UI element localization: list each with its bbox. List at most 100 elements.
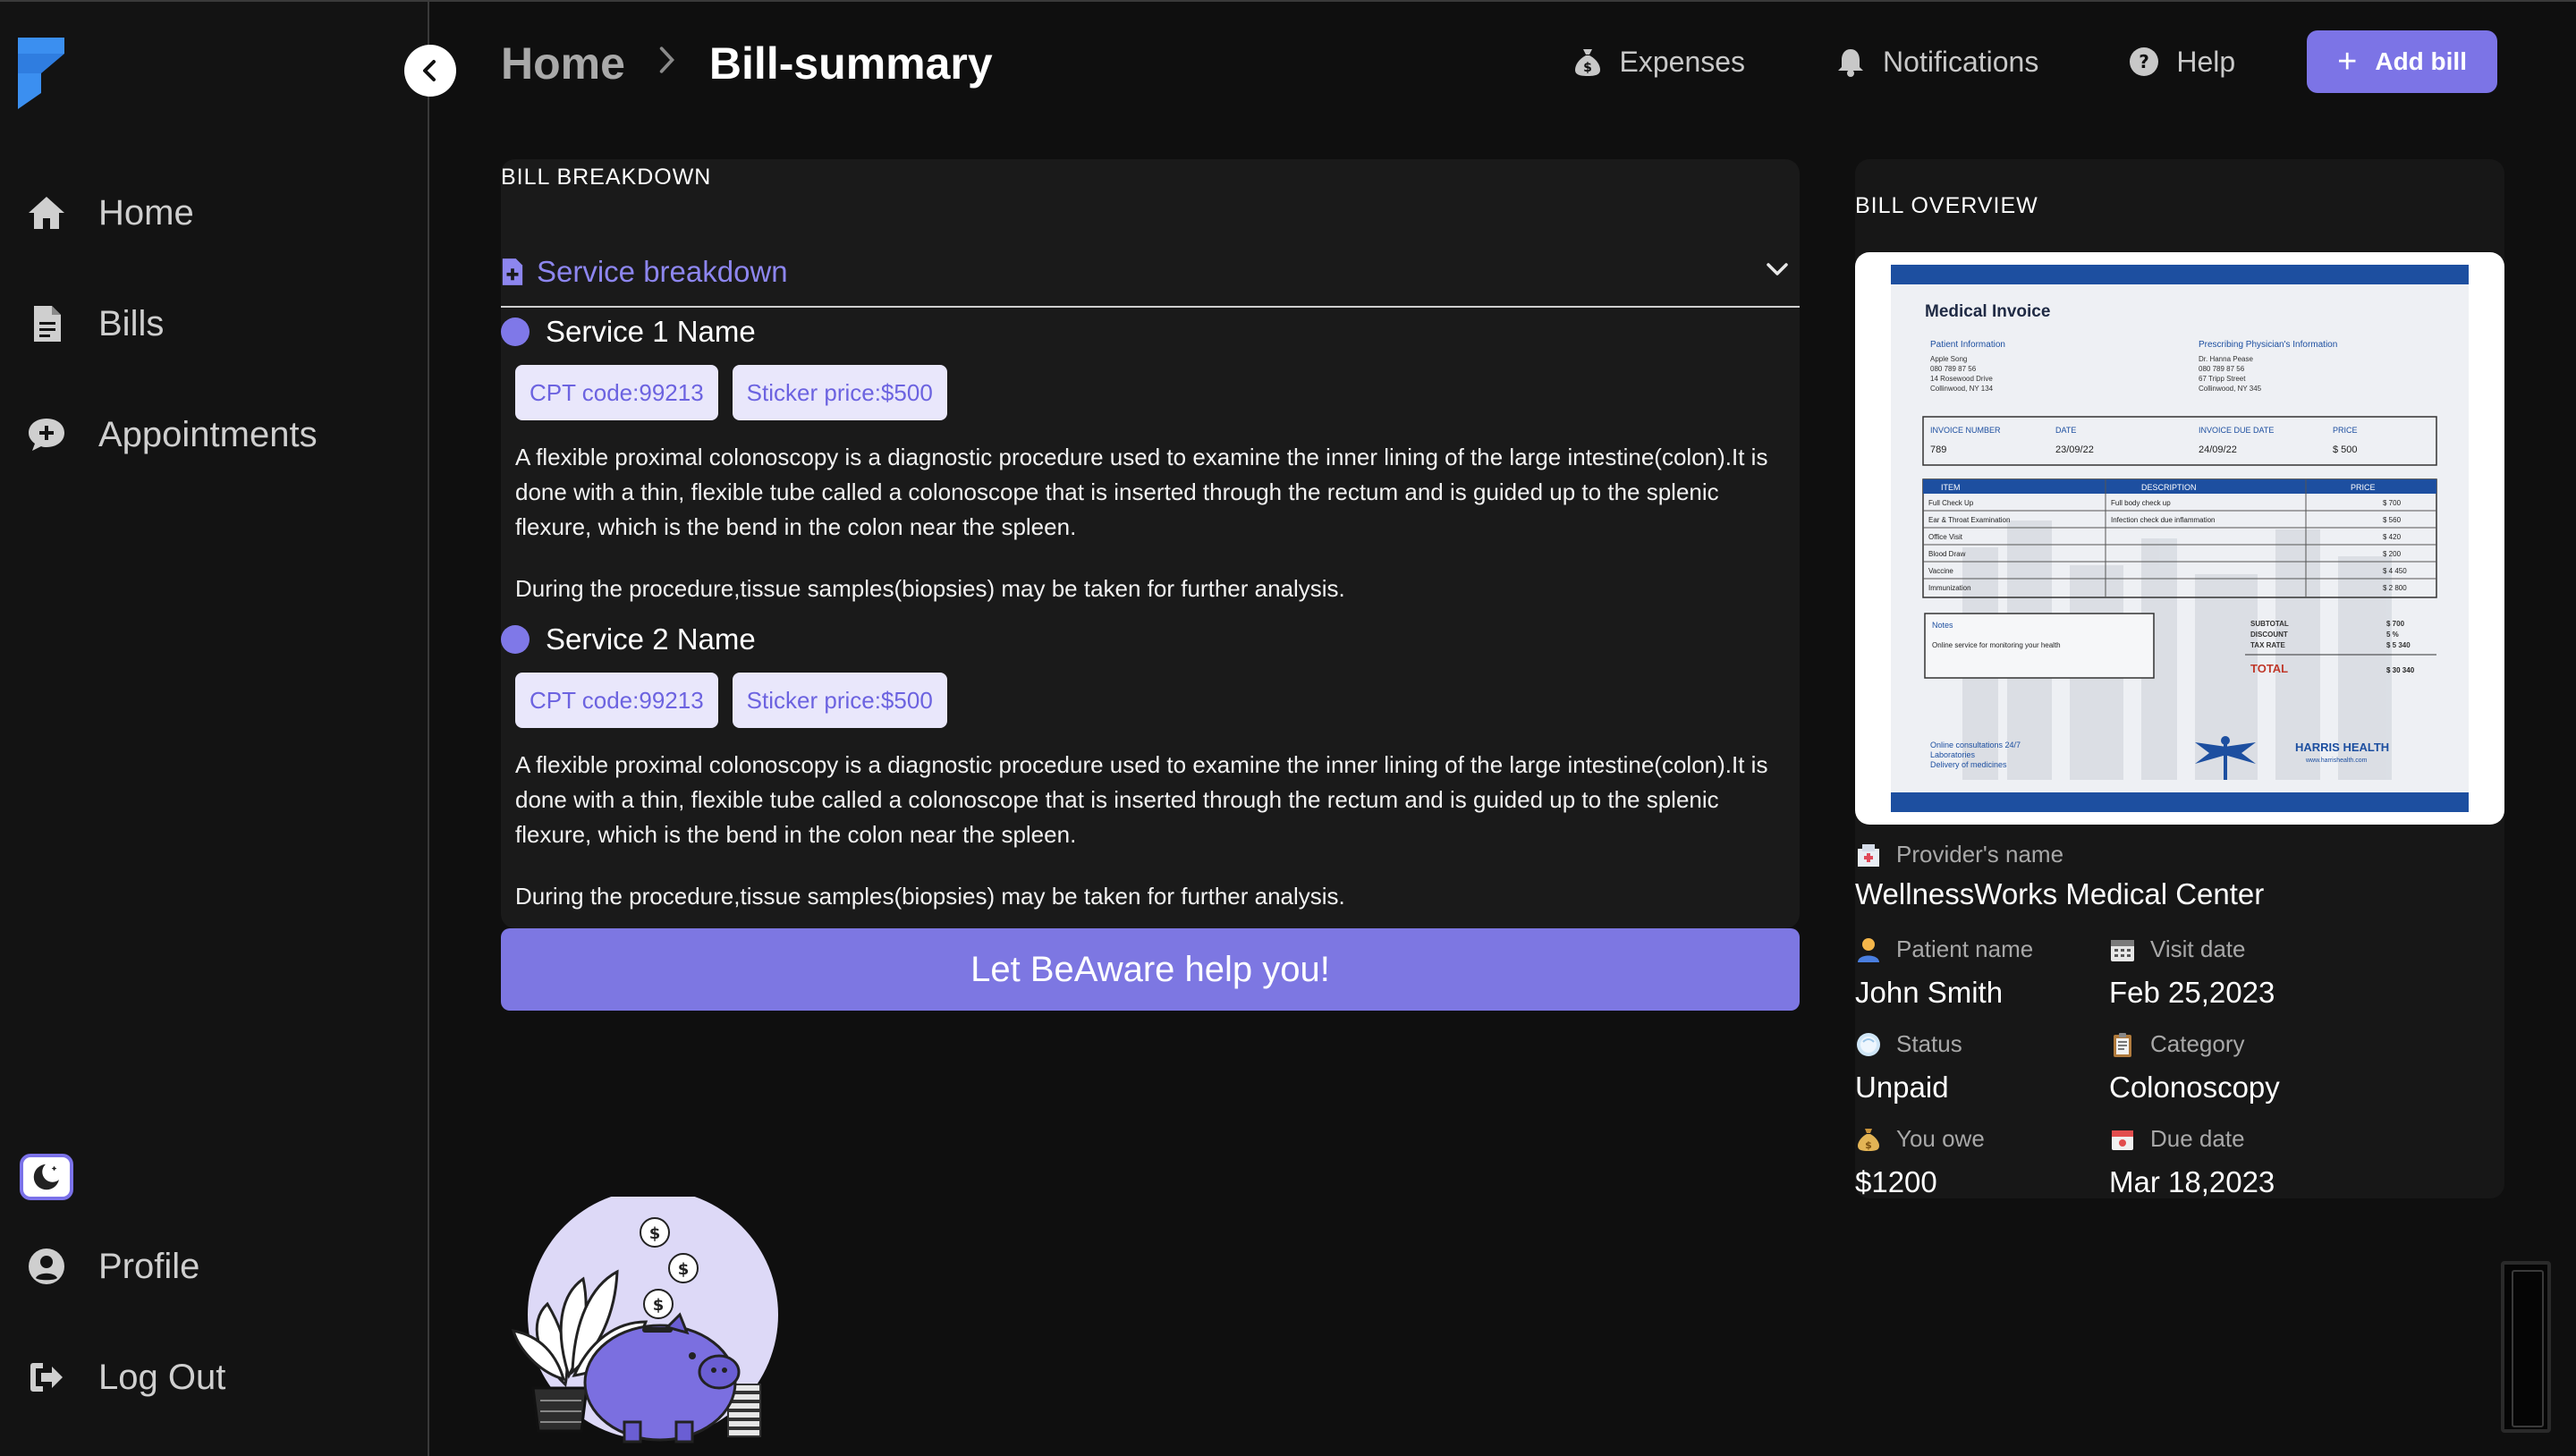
add-bill-label: Add bill [2375, 47, 2467, 75]
patient-name-field: Patient name John Smith [1855, 935, 2033, 1010]
breadcrumb: Home Bill-summary [501, 38, 993, 89]
money-bag-icon: $ [1574, 49, 1600, 76]
notifications-link[interactable]: Notifications [1835, 46, 2038, 79]
invoice-text: Immunization [1928, 584, 1971, 592]
service-chips: CPT code:99213 Sticker price:$500 [515, 673, 1800, 728]
cpt-code-badge[interactable]: CPT code:99213 [515, 673, 718, 728]
invoice-text: Infection check due inflammation [2111, 516, 2216, 524]
invoice-text: Ear & Throat Examination [1928, 516, 2010, 524]
invoice-text: PRICE [2351, 483, 2376, 492]
invoice-text: Delivery of medicines [1930, 760, 2007, 769]
page-title: Bill-summary [708, 38, 993, 89]
invoice-text: $ 30 340 [2386, 666, 2415, 674]
cpt-code-badge[interactable]: CPT code:99213 [515, 365, 718, 420]
svg-text:$: $ [1583, 61, 1592, 75]
invoice-text: TOTAL [2250, 662, 2288, 675]
file-plus-icon [502, 258, 523, 285]
chevron-right-icon [659, 46, 674, 73]
invoice-text: Collinwood, NY 345 [2199, 385, 2262, 393]
sidebar-item-profile[interactable]: Profile [25, 1245, 199, 1288]
field-label-row: Status [1855, 1030, 1962, 1058]
invoice-text: www.harrishealth.com [2305, 758, 2368, 764]
field-value: Unpaid [1855, 1071, 1949, 1104]
scrollbar-thumb[interactable] [2501, 1261, 2551, 1433]
sticker-price-badge[interactable]: Sticker price:$500 [732, 365, 947, 420]
sidebar-item-home[interactable]: Home [25, 191, 194, 234]
person-icon [1858, 937, 1879, 962]
status-icon [1857, 1032, 1880, 1056]
sidebar-item-label: Home [98, 192, 194, 233]
invoice-text: $ 420 [2383, 533, 2402, 541]
chevron-down-icon[interactable] [1764, 256, 1791, 283]
sidebar-item-logout[interactable]: Log Out [25, 1356, 225, 1399]
sidebar-collapse-button[interactable] [404, 45, 456, 97]
service-item: Service 2 Name CPT code:99213 Sticker pr… [501, 622, 1800, 914]
help-link[interactable]: ? Help [2128, 46, 2235, 79]
service-name: Service 2 Name [546, 622, 756, 656]
service-description: A flexible proximal colonoscopy is a dia… [515, 751, 1768, 848]
invoice-text: 080 789 87 56 [2199, 365, 2245, 373]
invoice-text: Online consultations 24/7 [1930, 741, 2021, 749]
expenses-link[interactable]: $ Expenses [1572, 46, 1745, 79]
sidebar-item-label: Appointments [98, 414, 318, 454]
invoice-image[interactable]: Medical Invoice Patient Information Pres… [1855, 252, 2504, 825]
invoice-text: INVOICE DUE DATE [2199, 426, 2274, 435]
invoice-text: TAX RATE [2250, 641, 2285, 649]
field-label: Status [1896, 1030, 1962, 1057]
invoice-text: $ 2 800 [2383, 584, 2407, 592]
sidebar-item-bills[interactable]: Bills [25, 302, 164, 345]
sidebar-item-label: Log Out [98, 1357, 226, 1397]
top-header: Home Bill-summary $ Expenses Notificatio… [429, 2, 2576, 127]
invoice-text: 5 % [2386, 631, 2399, 639]
add-bill-button[interactable]: + Add bill [2307, 30, 2497, 93]
provider-label-row: Provider's name [1855, 841, 2264, 868]
service-breakdown-label: Service breakdown [537, 255, 788, 288]
invoice-text: 24/09/22 [2199, 444, 2237, 455]
service-breakdown-accordion[interactable]: Service breakdown [501, 238, 1800, 308]
invoice-text: $ 4 450 [2383, 567, 2407, 575]
hospital-icon [1858, 843, 1879, 867]
invoice-text: $ 560 [2383, 516, 2402, 524]
header-links: $ Expenses Notifications ? Help + Add bi… [1482, 30, 2497, 93]
invoice-text: HARRIS HEALTH [2295, 741, 2389, 754]
field-label-row: Patient name [1855, 935, 2033, 963]
field-label: Due date [2150, 1125, 2245, 1152]
invoice-text: $ 700 [2386, 620, 2405, 628]
visit-date-field: Visit date Feb 25,2023 [2109, 935, 2275, 1010]
theme-toggle[interactable] [20, 1154, 73, 1200]
field-label: Patient name [1896, 935, 2034, 962]
file-icon [34, 306, 61, 342]
invoice-text: 080 789 87 56 [1930, 365, 1977, 373]
app-window: Home Bills Appointments Profile Log Out [0, 0, 2576, 1456]
sticker-price-badge[interactable]: Sticker price:$500 [732, 673, 947, 728]
you-owe-field: $ You owe $1200 [1855, 1125, 1985, 1199]
invoice-text: DISCOUNT [2250, 631, 2288, 639]
service-note: During the procedure,tissue samples(biop… [515, 883, 1345, 910]
svg-text:?: ? [2140, 51, 2150, 72]
service-chips: CPT code:99213 Sticker price:$500 [515, 365, 1800, 420]
svg-text:$: $ [678, 1260, 690, 1279]
invoice-text: Collinwood, NY 134 [1930, 385, 1994, 393]
money-bag-icon: $ [1858, 1128, 1879, 1151]
invoice-text: Office Visit [1928, 533, 1963, 541]
bill-breakdown-panel: BILL BREAKDOWN Service breakdown Service… [501, 159, 1800, 1011]
status-field: Status Unpaid [1855, 1030, 1962, 1105]
question-circle-icon: ? [2130, 47, 2159, 76]
field-value: Colonoscopy [2109, 1071, 2280, 1104]
invoice-text: DATE [2055, 426, 2076, 435]
beaware-help-button[interactable]: Let BeAware help you! [501, 928, 1800, 1011]
field-label: Category [2150, 1030, 2245, 1057]
sidebar-item-appointments[interactable]: Appointments [25, 413, 318, 456]
invoice-text: $ 5 340 [2386, 641, 2411, 649]
field-label-row: Due date [2109, 1125, 2275, 1153]
svg-text:$: $ [649, 1224, 661, 1243]
invoice-text: 67 Tripp Street [2199, 375, 2246, 383]
service-item: Service 1 Name CPT code:99213 Sticker pr… [501, 315, 1800, 606]
invoice-text: Apple Song [1930, 355, 1967, 363]
provider-label: Provider's name [1896, 841, 2064, 868]
service-name-row: Service 2 Name [501, 622, 1800, 656]
chevron-left-icon [423, 60, 436, 81]
invoice-text: $ 700 [2383, 499, 2402, 507]
app-logo[interactable] [18, 38, 70, 109]
breadcrumb-home[interactable]: Home [501, 38, 625, 89]
